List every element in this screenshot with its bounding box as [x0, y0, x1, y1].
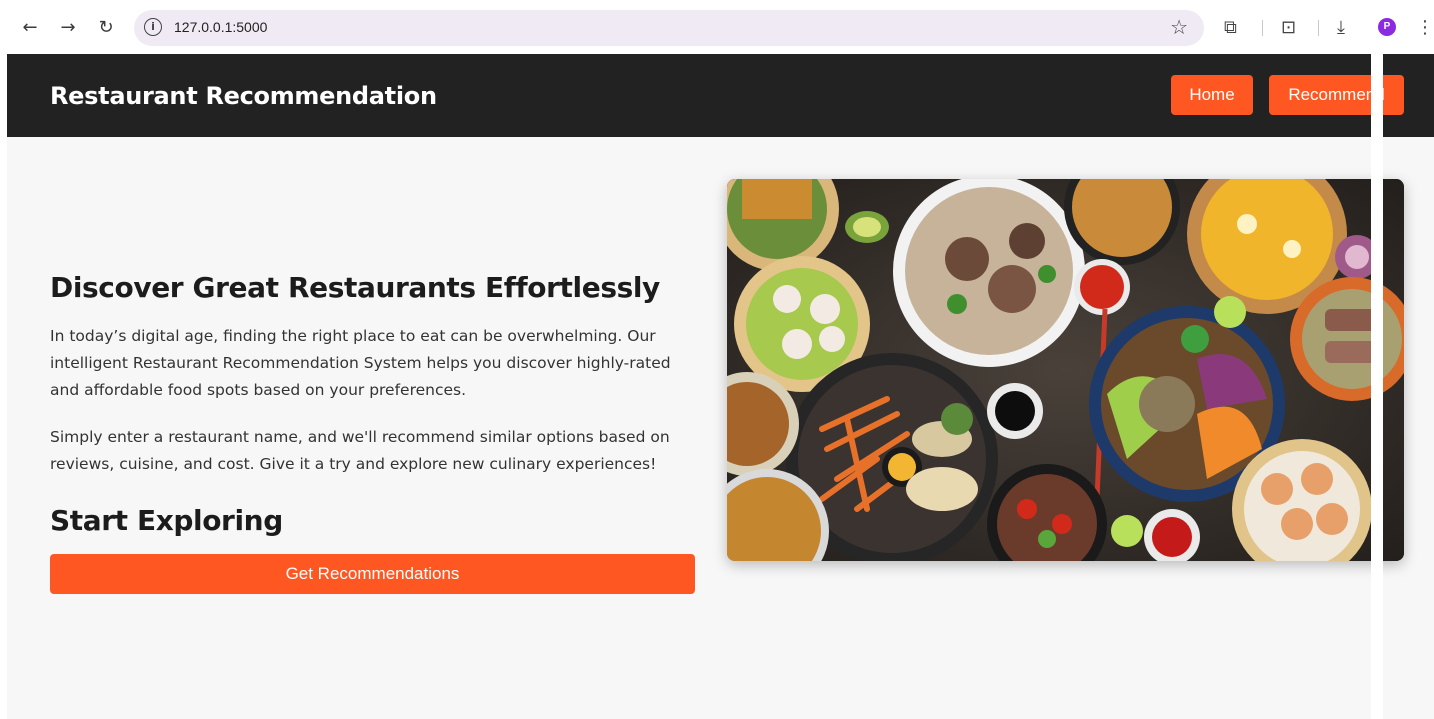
menu-icon[interactable]: ⋮ [1416, 14, 1434, 42]
site-header: Restaurant Recommendation Home Recommend [7, 54, 1434, 137]
hero-paragraph-1: In today’s digital age, finding the righ… [50, 327, 671, 399]
toolbar-divider [1318, 20, 1319, 36]
screenshot-icon[interactable]: ⊡ [1281, 14, 1296, 42]
url-text[interactable]: 127.0.0.1:5000 [174, 19, 267, 35]
start-exploring-title: Start Exploring [50, 504, 283, 537]
download-icon[interactable]: ⤓ [1337, 14, 1345, 42]
nav-home-button[interactable]: Home [1171, 75, 1253, 115]
get-recommendations-button[interactable]: Get Recommendations [50, 554, 695, 594]
overlay-strip [1371, 54, 1383, 719]
nav-recommend-button[interactable]: Recommend [1269, 75, 1404, 115]
profile-avatar[interactable]: P [1378, 18, 1396, 36]
brand-title[interactable]: Restaurant Recommendation [50, 82, 437, 110]
hero-paragraph-2: Simply enter a restaurant name, and we'l… [50, 428, 670, 473]
reload-icon[interactable]: ↻ [94, 14, 118, 42]
food-hero-image [727, 179, 1404, 561]
info-icon[interactable]: i [144, 18, 162, 36]
forward-icon[interactable]: → [56, 14, 80, 42]
back-icon[interactable]: ← [18, 14, 42, 42]
address-bar[interactable]: i 127.0.0.1:5000 ☆ [134, 10, 1204, 46]
hero-title: Discover Great Restaurants Effortlessly [50, 271, 660, 304]
extensions-icon[interactable]: ⧉ [1224, 14, 1237, 42]
browser-toolbar: ← → ↻ i 127.0.0.1:5000 ☆ ⧉ ⊡ ⤓ P ⋮ [0, 0, 1434, 54]
toolbar-divider [1262, 20, 1263, 36]
food-illustration [727, 179, 1404, 561]
page-viewport: Restaurant Recommendation Home Recommend… [7, 54, 1434, 719]
star-icon[interactable]: ☆ [1170, 15, 1188, 39]
